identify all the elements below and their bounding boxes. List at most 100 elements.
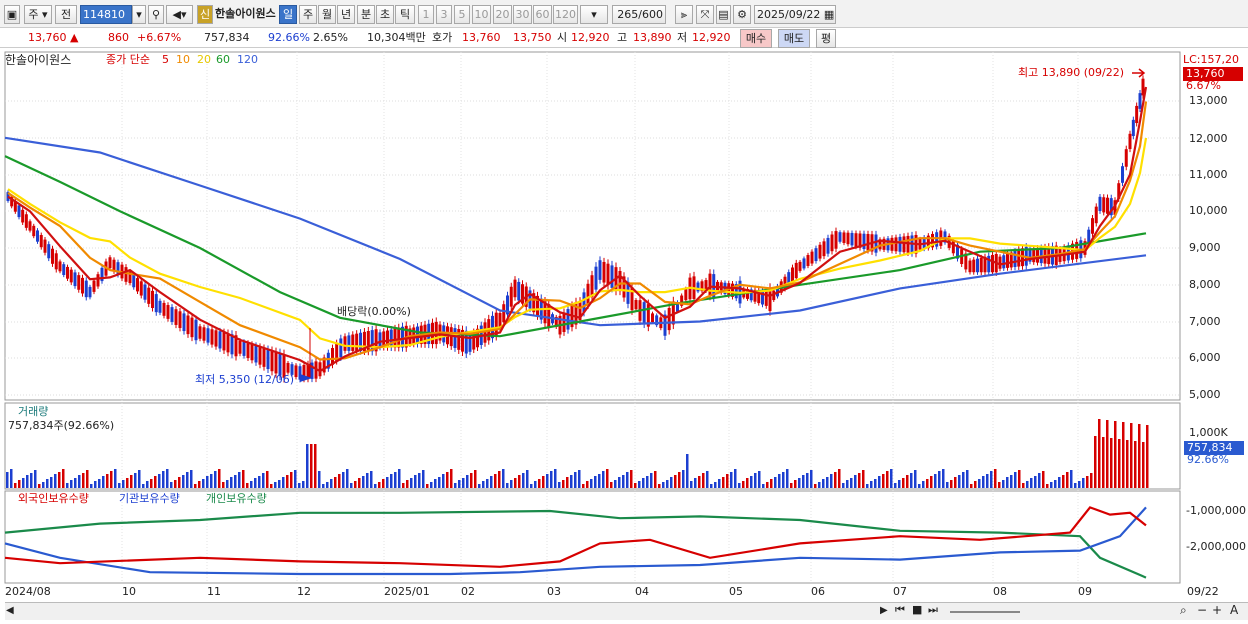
type-select[interactable]: 전 xyxy=(55,5,77,24)
market-select[interactable]: 주 ▾ xyxy=(24,5,52,24)
volume-bar xyxy=(74,478,77,488)
tab-second[interactable]: 초 xyxy=(376,5,394,24)
tab-month[interactable]: 월 xyxy=(318,5,336,24)
volume-bar xyxy=(222,482,225,488)
volume-bar xyxy=(994,469,997,488)
window-icon[interactable]: ▣ xyxy=(4,5,20,24)
volume-bar xyxy=(334,477,337,488)
volume-bar xyxy=(86,470,89,488)
nav-last-icon[interactable]: ⏭ xyxy=(928,603,938,617)
candle xyxy=(378,332,382,348)
candle xyxy=(850,232,854,246)
volume-bar xyxy=(126,478,129,488)
volume-bar xyxy=(622,475,625,488)
chart-canvas[interactable] xyxy=(0,48,1248,621)
candle-icon[interactable]: ⫸ xyxy=(675,5,693,24)
avg-button[interactable]: 평 xyxy=(816,29,836,48)
volume-bar xyxy=(890,469,893,488)
volume-bar xyxy=(1082,478,1085,488)
tools-icon[interactable]: ⤧ xyxy=(696,5,714,24)
zoom-out-icon[interactable]: − xyxy=(1197,603,1207,617)
volume-bar xyxy=(1078,481,1081,488)
xtick-03: 03 xyxy=(547,585,561,598)
nav-stop-icon[interactable]: ■ xyxy=(912,603,922,617)
volume-bar xyxy=(310,444,313,488)
volume-bar xyxy=(234,475,237,488)
candle xyxy=(618,271,622,292)
zoom-icon[interactable]: ⌕ xyxy=(1180,603,1187,617)
volume-bar xyxy=(210,474,213,488)
tab-tick[interactable]: 틱 xyxy=(395,5,415,24)
interval-10[interactable]: 10 xyxy=(472,5,491,24)
interval-60[interactable]: 60 xyxy=(533,5,552,24)
volume-bar xyxy=(1070,470,1073,488)
volume-bar xyxy=(558,482,561,488)
volume-bar xyxy=(130,475,133,488)
save-icon[interactable]: ▤ xyxy=(716,5,731,24)
volume-bar xyxy=(562,480,565,488)
code-dropdown-icon[interactable]: ▾ xyxy=(132,5,146,24)
candle xyxy=(457,329,461,350)
volume-bar xyxy=(790,483,793,488)
volume-bar xyxy=(270,484,273,488)
interval-3[interactable]: 3 xyxy=(436,5,452,24)
interval-30[interactable]: 30 xyxy=(513,5,532,24)
volume-bar xyxy=(938,471,941,488)
candle xyxy=(222,332,226,351)
candle xyxy=(562,312,566,333)
scroll-left-icon[interactable]: ◀ xyxy=(6,604,14,618)
toolbar: ▣ 주 ▾ 전 114810 ▾ ⚲ ◀▾ 신 한솔아이원스 일 주 월 년 분… xyxy=(0,0,1248,28)
zoom-slider[interactable] xyxy=(950,605,1020,613)
scrollbar[interactable] xyxy=(5,602,1248,620)
date-input[interactable]: 2025/09/22 ▦ xyxy=(754,5,836,24)
nav-first-icon[interactable]: ⏮ xyxy=(895,603,905,617)
volume-bar xyxy=(1134,441,1137,488)
ytick-8000: 8,000 xyxy=(1189,278,1221,291)
ytick-12000: 12,000 xyxy=(1189,132,1228,145)
volume-bar xyxy=(758,471,761,488)
gear-icon[interactable]: ⚙ xyxy=(733,5,751,24)
interval-dropdown[interactable]: ▾ xyxy=(580,5,608,24)
tab-day[interactable]: 일 xyxy=(279,5,297,24)
volume-panel xyxy=(4,402,1181,490)
volume-bar xyxy=(1066,472,1069,488)
tab-week[interactable]: 주 xyxy=(299,5,317,24)
count-total: /600 xyxy=(638,8,663,21)
volume-bar xyxy=(186,472,189,488)
count-input[interactable]: 265/600 xyxy=(612,5,666,24)
code-input[interactable]: 114810 xyxy=(80,5,132,24)
interval-120[interactable]: 120 xyxy=(553,5,578,24)
tab-year[interactable]: 년 xyxy=(337,5,355,24)
volume-bar xyxy=(974,481,977,488)
sell-button[interactable]: 매도 xyxy=(778,29,810,48)
font-size-icon[interactable]: A xyxy=(1230,603,1238,617)
interval-1[interactable]: 1 xyxy=(418,5,434,24)
interval-20[interactable]: 20 xyxy=(493,5,512,24)
volume-bar xyxy=(1030,478,1033,488)
candle xyxy=(1128,133,1132,150)
volume-bar xyxy=(958,475,961,488)
tab-minute[interactable]: 분 xyxy=(357,5,375,24)
scroll-right-icon[interactable]: ▶ xyxy=(880,604,888,618)
search-icon[interactable]: ⚲ xyxy=(148,5,164,24)
volume-bar xyxy=(870,481,873,488)
volume-bar xyxy=(1098,419,1101,488)
volume-bar xyxy=(430,482,433,488)
candle xyxy=(262,348,266,367)
volume-bar xyxy=(882,474,885,488)
buy-button[interactable]: 매수 xyxy=(740,29,772,48)
volume-bar xyxy=(274,482,277,488)
volume-bar xyxy=(1130,423,1133,488)
candle xyxy=(28,221,32,231)
chart-area[interactable]: 한솔아이원스 종가 단순 5 10 20 60 120 LC:157,20 13… xyxy=(0,48,1248,621)
candle xyxy=(968,260,972,273)
volume-bar xyxy=(206,476,209,488)
zoom-in-icon[interactable]: + xyxy=(1212,603,1222,617)
volume-bar xyxy=(194,484,197,488)
volume-bar xyxy=(774,477,777,488)
hoga-label: 호가 xyxy=(432,31,453,44)
volume-bar xyxy=(1138,424,1141,488)
interval-5[interactable]: 5 xyxy=(454,5,470,24)
sound-icon[interactable]: ◀▾ xyxy=(166,5,193,24)
volume-bar xyxy=(262,473,265,488)
